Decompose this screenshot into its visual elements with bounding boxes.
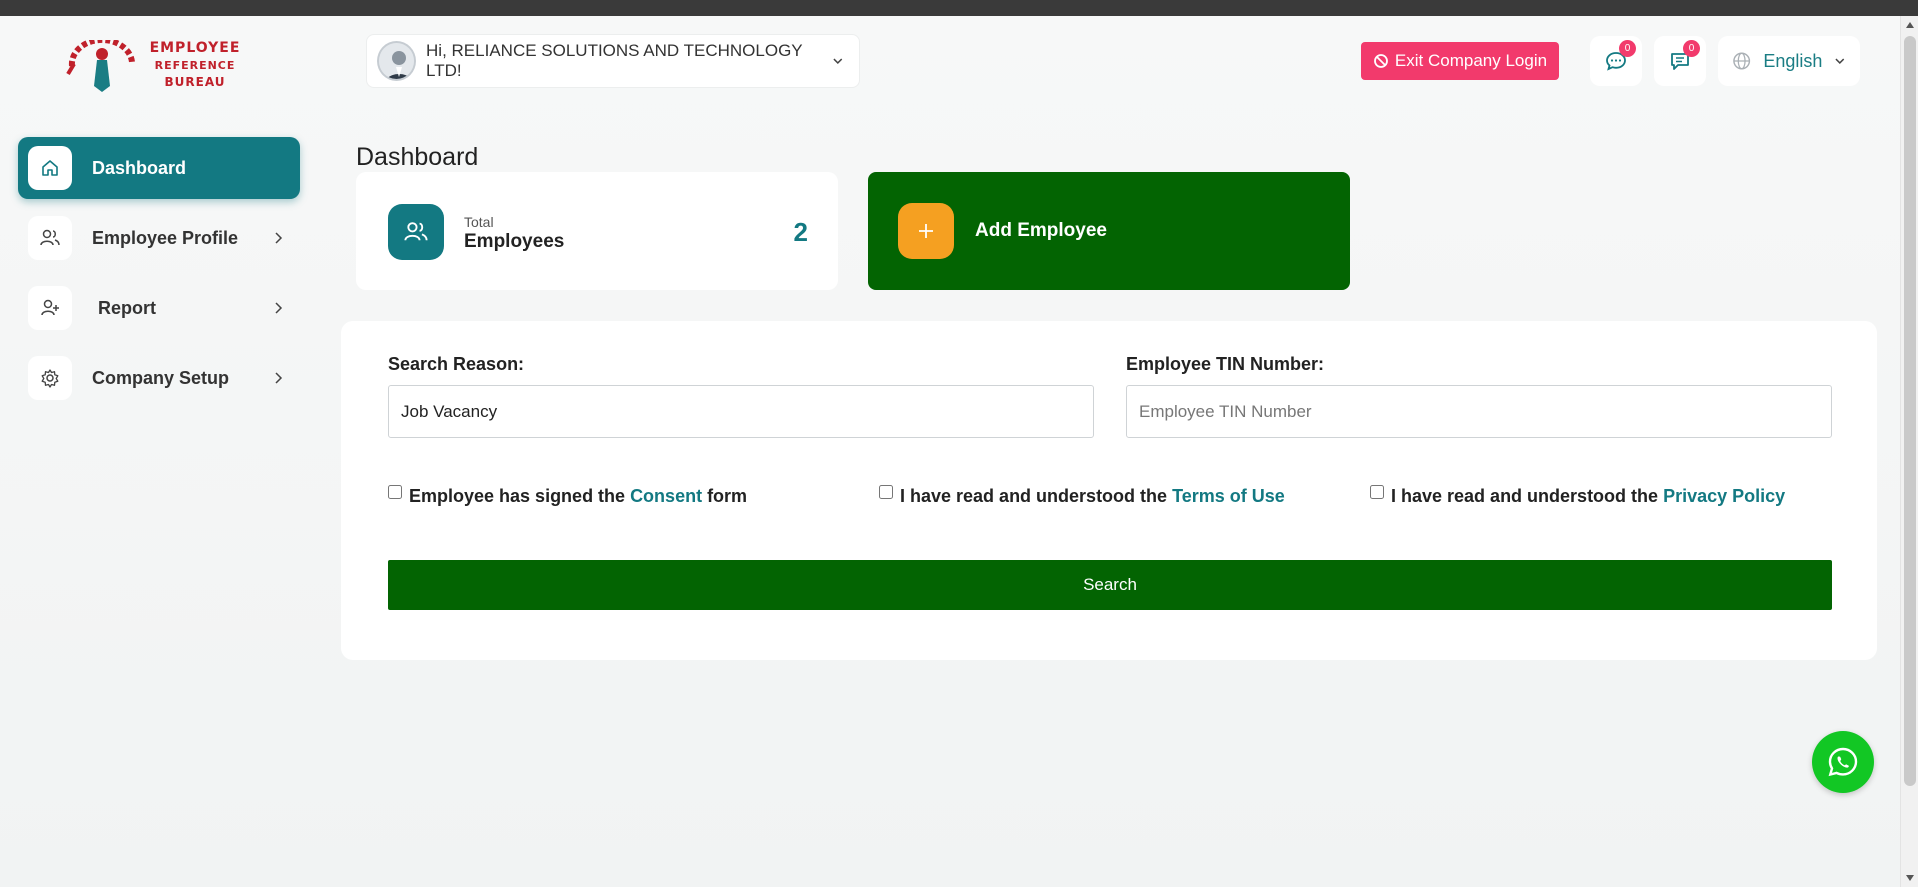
home-icon	[28, 146, 72, 190]
chevron-down-icon	[1835, 58, 1845, 64]
sidebar-item-label: Company Setup	[92, 367, 230, 388]
logo-emblem-icon	[66, 40, 135, 92]
consent-checkbox[interactable]	[388, 485, 402, 499]
add-employee-label: Add Employee	[975, 220, 1107, 241]
vertical-scrollbar[interactable]	[1900, 16, 1918, 887]
chevron-right-icon	[275, 232, 283, 244]
scroll-up-arrow-icon[interactable]	[1906, 22, 1914, 28]
messages-badge: 0	[1619, 40, 1636, 57]
avatar	[377, 41, 417, 81]
logo-line-2: REFERENCE	[154, 59, 236, 72]
total-employees-label: Employees	[464, 231, 565, 252]
logo-line-1: EMPLOYEE	[149, 40, 241, 56]
terms-text: I have read and understood the Terms of …	[900, 486, 1285, 506]
exit-company-login-button[interactable]: Exit Company Login	[1361, 42, 1559, 80]
sidebar-item-label: Report	[98, 297, 156, 318]
chevron-down-icon	[833, 58, 843, 64]
user-plus-icon	[28, 286, 72, 330]
language-label: English	[1763, 50, 1823, 71]
plus-icon	[898, 203, 954, 259]
terms-of-use-link[interactable]: Terms of Use	[1172, 486, 1285, 506]
search-panel: Search Reason: Employee TIN Number: Empl…	[341, 321, 1877, 660]
search-reason-input[interactable]	[388, 385, 1094, 438]
page-title: Dashboard	[356, 143, 479, 171]
logo[interactable]: EMPLOYEE REFERENCE BUREAU	[66, 40, 246, 96]
terms-checkbox-row[interactable]: I have read and understood the Terms of …	[879, 485, 1285, 507]
ban-icon	[1374, 54, 1388, 68]
logo-text: EMPLOYEE REFERENCE BUREAU	[140, 40, 250, 91]
sidebar-item-label: Employee Profile	[92, 227, 239, 248]
browser-top-strip	[0, 0, 1918, 16]
scroll-down-arrow-icon[interactable]	[1906, 875, 1914, 881]
whatsapp-icon	[1828, 747, 1858, 777]
notifications-badge: 0	[1683, 40, 1700, 57]
gear-icon	[28, 356, 72, 400]
exit-company-login-label: Exit Company Login	[1394, 51, 1548, 70]
logo-line-3: BUREAU	[164, 75, 226, 89]
total-caption: Total	[464, 214, 494, 230]
chevron-right-icon	[275, 372, 283, 384]
search-button[interactable]: Search	[388, 560, 1832, 610]
employee-tin-input[interactable]	[1126, 385, 1832, 438]
globe-icon	[1733, 52, 1751, 70]
sidebar-item-employee-profile[interactable]: Employee Profile	[18, 207, 300, 269]
privacy-checkbox-row[interactable]: I have read and understood the Privacy P…	[1370, 485, 1786, 507]
notifications-button[interactable]: 0	[1654, 36, 1706, 86]
users-icon	[28, 216, 72, 260]
sidebar-item-company-setup[interactable]: Company Setup	[18, 347, 300, 409]
scrollbar-thumb[interactable]	[1904, 36, 1916, 786]
search-reason-label: Search Reason:	[388, 354, 525, 374]
terms-checkbox[interactable]	[879, 485, 893, 499]
total-employees-count: 2	[793, 217, 808, 247]
whatsapp-button[interactable]	[1812, 731, 1874, 793]
greeting-text: Hi, RELIANCE SOLUTIONS AND TECHNOLOGY LT…	[426, 41, 803, 80]
messages-button[interactable]: 0	[1590, 36, 1642, 86]
privacy-policy-link[interactable]: Privacy Policy	[1663, 486, 1785, 506]
employee-tin-label: Employee TIN Number:	[1126, 354, 1325, 374]
privacy-checkbox[interactable]	[1370, 485, 1384, 499]
sidebar-item-label: Dashboard	[92, 157, 187, 178]
privacy-text: I have read and understood the Privacy P…	[1391, 486, 1786, 506]
consent-text: Employee has signed the Consent form	[409, 486, 748, 506]
add-employee-button[interactable]: Add Employee	[868, 172, 1350, 290]
company-account-dropdown[interactable]: Hi, RELIANCE SOLUTIONS AND TECHNOLOGY LT…	[366, 34, 860, 88]
sidebar-item-dashboard[interactable]: Dashboard	[18, 137, 300, 199]
users-icon	[388, 204, 444, 260]
total-employees-card: Total Employees 2	[356, 172, 838, 290]
language-selector[interactable]: English	[1718, 36, 1860, 86]
chevron-right-icon	[275, 302, 283, 314]
consent-checkbox-row[interactable]: Employee has signed the Consent form	[388, 485, 748, 507]
consent-link[interactable]: Consent	[630, 486, 702, 506]
sidebar-item-report[interactable]: Report	[18, 277, 300, 339]
